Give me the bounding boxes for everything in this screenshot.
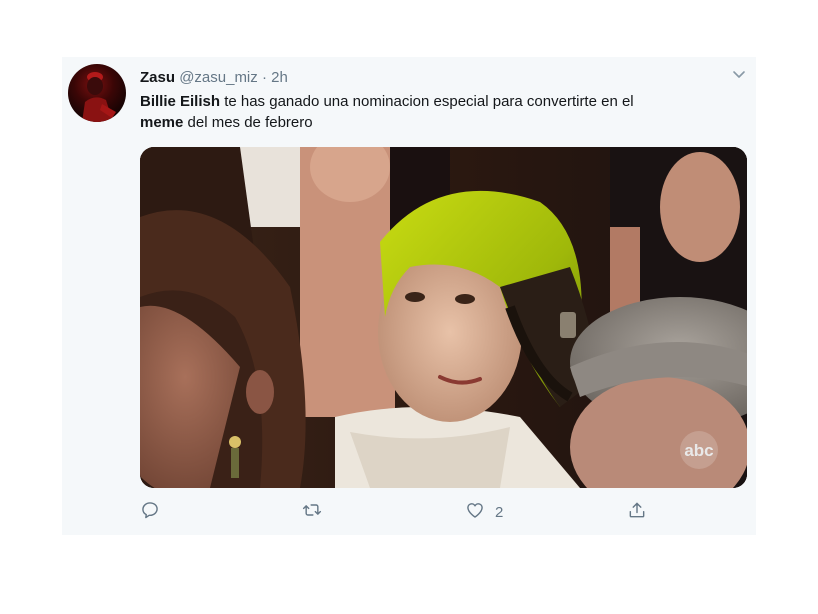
reply-icon bbox=[140, 500, 160, 524]
separator-dot: · bbox=[261, 69, 267, 86]
share-icon bbox=[627, 500, 647, 524]
tweet-text-part-2: del mes de febrero bbox=[183, 114, 313, 131]
tweet-text-part-1: te has ganado una nominacion especial pa… bbox=[220, 93, 634, 110]
display-name[interactable]: Zasu bbox=[140, 69, 175, 86]
action-bar: 2 bbox=[140, 501, 740, 525]
reply-button[interactable] bbox=[140, 501, 160, 523]
share-button[interactable] bbox=[627, 501, 647, 523]
tweet-text: Billie Eilish te has ganado una nominaci… bbox=[140, 91, 740, 133]
avatar[interactable] bbox=[68, 64, 126, 122]
mention-bold-name: Billie Eilish bbox=[140, 93, 221, 110]
abc-watermark: abc bbox=[684, 441, 713, 460]
tweet-media-image[interactable]: abc bbox=[140, 147, 747, 488]
timestamp[interactable]: 2h bbox=[271, 69, 288, 86]
user-handle[interactable]: @zasu_miz bbox=[179, 69, 258, 86]
tweet-card[interactable]: Zasu @zasu_miz · 2h Billie Eilish te has… bbox=[62, 57, 756, 535]
retweet-icon bbox=[302, 500, 322, 524]
bold-word: meme bbox=[140, 114, 184, 131]
retweet-button[interactable] bbox=[302, 501, 322, 523]
heart-icon bbox=[465, 500, 485, 524]
like-count: 2 bbox=[495, 503, 504, 521]
tweet-header: Zasu @zasu_miz · 2h bbox=[140, 68, 288, 88]
chevron-down-icon[interactable] bbox=[730, 65, 748, 83]
like-button[interactable]: 2 bbox=[465, 501, 503, 523]
